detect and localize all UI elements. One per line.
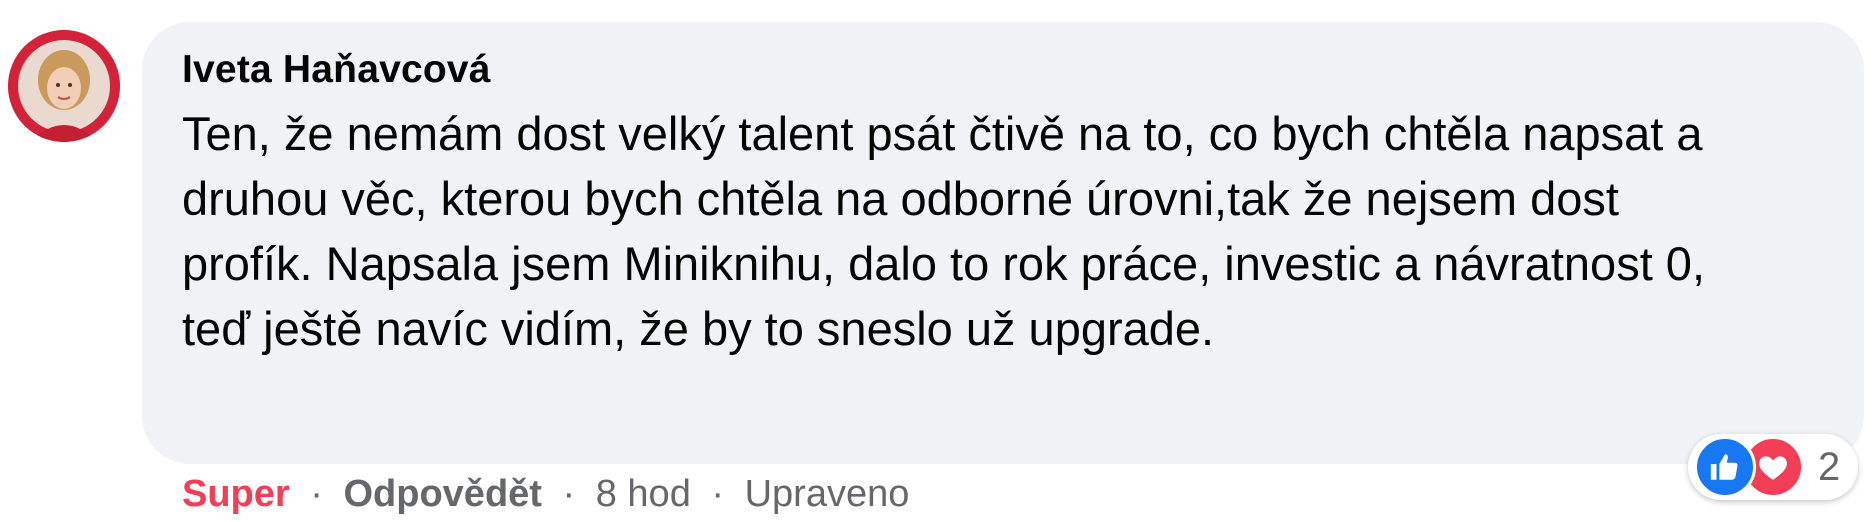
comment-author-name[interactable]: Iveta Haňavcová [182, 50, 1824, 89]
comment-actions: Super · Odpovědět · 8 hod · Upraveno [182, 470, 909, 518]
react-super-button[interactable]: Super [182, 473, 290, 515]
comment-timestamp[interactable]: 8 hod [596, 473, 691, 515]
edited-label[interactable]: Upraveno [745, 473, 910, 515]
separator: · [711, 473, 725, 515]
comment-text: Ten, že nemám dost velký talent psát čti… [182, 107, 1706, 355]
like-icon [1694, 436, 1756, 498]
reply-button[interactable]: Odpovědět [343, 473, 541, 515]
reactions-count: 2 [1818, 444, 1841, 489]
separator: · [310, 473, 323, 515]
author-avatar[interactable] [8, 30, 120, 142]
reactions-summary[interactable]: 2 [1688, 434, 1859, 500]
separator: · [562, 473, 576, 515]
comment-bubble: Iveta Haňavcová Ten, že nemám dost velký… [142, 22, 1864, 464]
